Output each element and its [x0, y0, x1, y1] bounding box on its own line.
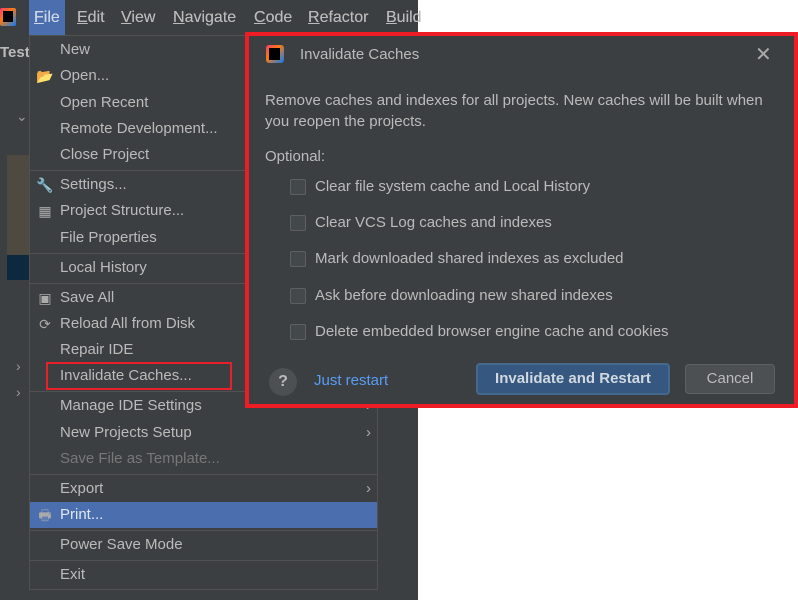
dialog-title: Invalidate Caches	[300, 46, 420, 63]
chevron-right-icon[interactable]: ›	[16, 384, 21, 400]
menu-item-exit[interactable]: Exit	[30, 562, 377, 588]
menu-separator	[30, 560, 377, 561]
just-restart-link[interactable]: Just restart	[314, 372, 388, 389]
menu-build[interactable]: Build Build	[381, 0, 427, 36]
editor-area	[7, 155, 30, 255]
menu-code[interactable]: Code Code	[249, 0, 297, 36]
checkbox-icon[interactable]	[290, 251, 306, 267]
checkbox-icon[interactable]	[290, 179, 306, 195]
menu-navigate[interactable]: Navigate Navigate	[168, 0, 241, 36]
cancel-button[interactable]: Cancel	[685, 364, 775, 394]
checkbox-icon[interactable]	[290, 288, 306, 304]
wrench-icon: 🔧	[36, 177, 54, 193]
menu-item-export[interactable]: Export ›	[30, 476, 377, 502]
chevron-right-icon: ›	[366, 424, 371, 441]
chevron-right-icon: ›	[366, 480, 371, 497]
optional-label: Optional:	[265, 148, 326, 165]
close-icon[interactable]: ✕	[755, 42, 772, 67]
invalidate-and-restart-button[interactable]: Invalidate and Restart	[476, 363, 670, 395]
menu-item-save-file-as-template: Save File as Template...	[60, 450, 220, 467]
dialog-description: Remove caches and indexes for all projec…	[265, 92, 763, 130]
help-button[interactable]: ?	[269, 368, 297, 396]
menu-separator	[30, 474, 377, 475]
menu-refactor[interactable]: Refactor Refactor	[303, 0, 373, 36]
project-structure-icon: ▦	[38, 203, 52, 219]
folder-open-icon: 📂	[36, 68, 54, 84]
menu-item-power-save-mode[interactable]: Power Save Mode	[30, 532, 377, 558]
menu-item-new-projects-setup[interactable]: New Projects Setup ›	[30, 420, 377, 446]
menu-separator	[30, 530, 377, 531]
menu-file[interactable]: File File	[29, 0, 65, 36]
menu-item-print[interactable]: 🖶 Print...	[30, 502, 377, 528]
checkbox-icon[interactable]	[290, 215, 306, 231]
annotation-highlight-box	[46, 362, 232, 390]
intellij-logo-icon	[266, 45, 284, 63]
chevron-down-icon[interactable]: ⌄	[16, 108, 28, 125]
printer-icon: 🖶	[38, 507, 52, 523]
checkbox-icon[interactable]	[290, 324, 306, 340]
selected-row	[7, 255, 30, 280]
chevron-right-icon[interactable]: ›	[16, 358, 21, 374]
menu-edit[interactable]: Edit Edit	[72, 0, 110, 36]
reload-icon: ⟳	[39, 316, 51, 332]
menu-bar: File File Edit Edit View View Navigate Navig…	[0, 0, 422, 36]
intellij-logo-icon	[0, 8, 16, 26]
save-icon: ▣	[38, 290, 52, 306]
invalidate-caches-dialog: Invalidate Caches ✕ Remove caches and in…	[245, 32, 798, 408]
menu-view[interactable]: View View	[116, 0, 160, 36]
